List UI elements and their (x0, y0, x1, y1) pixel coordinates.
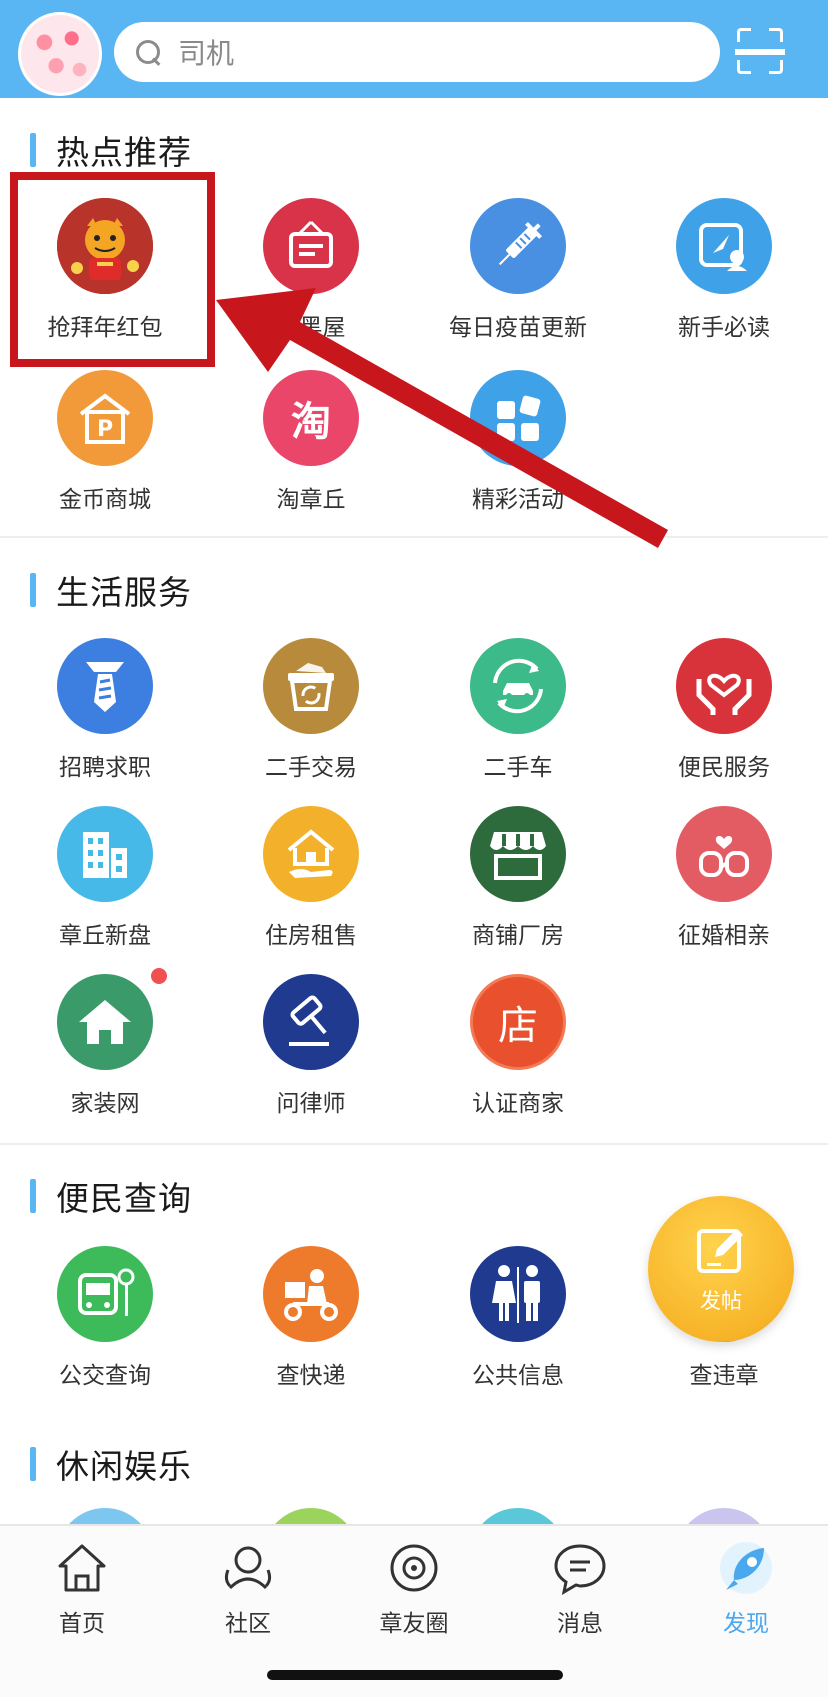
grid-item-label: 章丘新盘 (59, 923, 151, 949)
grid-item-label: 每日疫苗更新 (449, 315, 587, 341)
grid-item-label: 招聘求职 (59, 755, 151, 781)
grid-item-label: 新手必读 (678, 315, 770, 341)
grid-item-label: 淘章丘 (276, 487, 346, 513)
section-title-life: 生活服务 (30, 570, 192, 612)
post-button[interactable]: 发帖 (648, 1196, 794, 1342)
grid-item-blackroom[interactable]: 小黑屋 (216, 198, 406, 341)
top-bar: 司机 (0, 0, 828, 98)
grid-item-verified-merchant[interactable]: 店 认证商家 (423, 974, 613, 1117)
grid-item-label: 查违章 (689, 1363, 759, 1389)
grid-item-bus[interactable]: 公交查询 (10, 1246, 200, 1389)
basket-recycle-icon (263, 638, 359, 734)
post-button-label: 发帖 (700, 1289, 742, 1313)
tie-icon (57, 638, 153, 734)
grid-item-label: 公交查询 (59, 1363, 151, 1389)
grid-item-label: 金币商城 (59, 487, 151, 513)
grid-item-tao[interactable]: 淘 淘章丘 (216, 370, 406, 513)
grid-item-convenience[interactable]: 便民服务 (629, 638, 819, 781)
home-icon (57, 974, 153, 1070)
divider (0, 536, 828, 538)
grid-item-housing[interactable]: 住房租售 (216, 806, 406, 949)
scan-icon[interactable] (735, 28, 785, 74)
grid-item-dating[interactable]: 征婚相亲 (629, 806, 819, 949)
building-icon (57, 806, 153, 902)
grid-item-coin-mall[interactable]: P 金币商城 (10, 370, 200, 513)
home-outline-icon (58, 1544, 106, 1592)
grid-item-public-info[interactable]: 公共信息 (423, 1246, 613, 1389)
sign-board-icon (263, 198, 359, 294)
grid-item-label: 住房租售 (265, 923, 357, 949)
grid-item-activities[interactable]: 精彩活动 (423, 370, 613, 513)
grid-item-jobs[interactable]: 招聘求职 (10, 638, 200, 781)
grid-item-new-estate[interactable]: 章丘新盘 (10, 806, 200, 949)
nav-discover[interactable]: 发现 (686, 1536, 806, 1637)
highlight-box (10, 172, 215, 367)
shop-badge-icon: 店 (470, 974, 566, 1070)
restroom-icon (470, 1246, 566, 1342)
nav-label: 发现 (723, 1611, 769, 1637)
courier-icon (263, 1246, 359, 1342)
bus-icon (57, 1246, 153, 1342)
nav-messages[interactable]: 消息 (520, 1536, 640, 1637)
avatar[interactable] (18, 12, 102, 96)
nav-home[interactable]: 首页 (22, 1536, 142, 1637)
nav-friends-circle[interactable]: 章友圈 (354, 1536, 474, 1637)
storefront-icon (470, 806, 566, 902)
mall-p-icon: P (57, 370, 153, 466)
grid-item-label: 问律师 (276, 1091, 346, 1117)
gavel-icon (263, 974, 359, 1070)
grid-item-label: 商铺厂房 (472, 923, 564, 949)
grid-item-secondhand[interactable]: 二手交易 (216, 638, 406, 781)
grid-item-used-car[interactable]: 二手车 (423, 638, 613, 781)
planet-icon (390, 1544, 438, 1592)
syringe-icon (470, 198, 566, 294)
section-title-hot: 热点推荐 (30, 130, 192, 172)
grid-item-home-decor[interactable]: 家装网 (10, 966, 200, 1117)
grid-item-guide[interactable]: 新手必读 (629, 198, 819, 341)
nav-community[interactable]: 社区 (188, 1536, 308, 1637)
couple-heart-icon (676, 806, 772, 902)
tao-shopping-icon: 淘 (263, 370, 359, 466)
search-input[interactable]: 司机 (178, 32, 234, 72)
grid-item-label: 小黑屋 (276, 315, 346, 341)
grid-item-label: 征婚相亲 (678, 923, 770, 949)
grid-item-label: 便民服务 (678, 755, 770, 781)
divider (0, 1143, 828, 1145)
nav-label: 章友圈 (379, 1611, 449, 1637)
chat-bubble-icon (554, 1544, 606, 1595)
svg-text:P: P (97, 417, 113, 442)
rocket-icon (720, 1542, 772, 1594)
community-icon (224, 1546, 272, 1590)
grid-item-shops[interactable]: 商铺厂房 (423, 806, 613, 949)
grid-item-express[interactable]: 查快递 (216, 1246, 406, 1389)
heart-hands-icon (676, 638, 772, 734)
section-title-query: 便民查询 (30, 1176, 192, 1218)
section-title-leisure: 休闲娱乐 (30, 1444, 192, 1486)
grid-item-label: 家装网 (70, 1091, 140, 1117)
grid-item-label: 二手车 (483, 755, 553, 781)
car-recycle-icon (470, 638, 566, 734)
grid-item-label: 二手交易 (265, 755, 357, 781)
grid-item-vaccine[interactable]: 每日疫苗更新 (423, 198, 613, 341)
search-bar[interactable]: 司机 (114, 22, 720, 82)
notification-dot (149, 966, 169, 986)
house-hand-icon (263, 806, 359, 902)
blocks-icon (470, 370, 566, 466)
nav-label: 首页 (59, 1611, 105, 1637)
home-indicator (267, 1670, 563, 1680)
grid-item-label: 认证商家 (472, 1091, 564, 1117)
nav-label: 社区 (225, 1611, 271, 1637)
guide-compass-icon (676, 198, 772, 294)
nav-label: 消息 (557, 1611, 603, 1637)
grid-item-lawyer[interactable]: 问律师 (216, 974, 406, 1117)
search-icon (134, 38, 162, 66)
edit-icon (697, 1229, 743, 1273)
grid-item-label: 公共信息 (472, 1363, 564, 1389)
grid-item-label: 查快递 (276, 1363, 346, 1389)
grid-item-label: 精彩活动 (472, 487, 564, 513)
